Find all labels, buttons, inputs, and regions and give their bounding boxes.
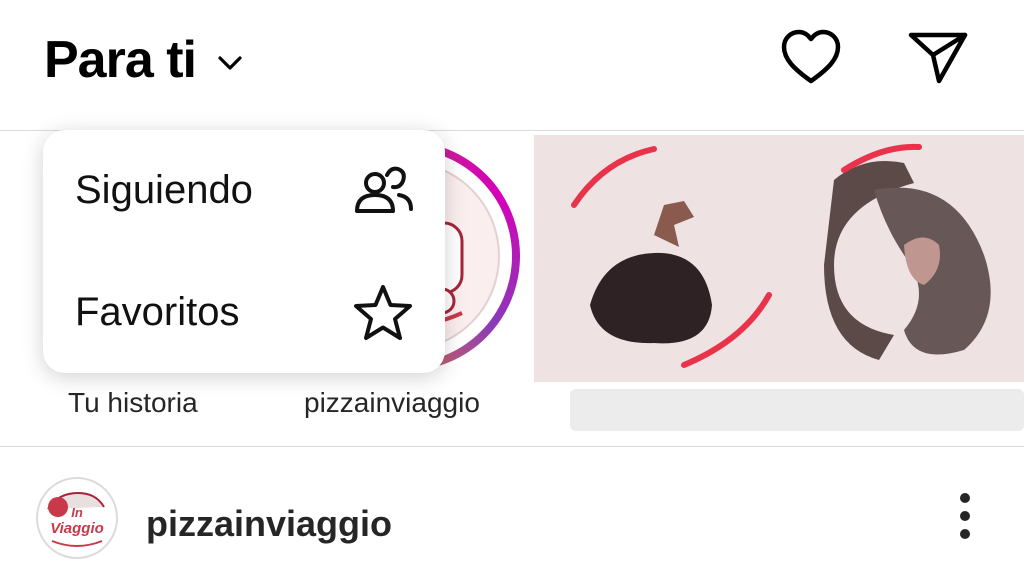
story-label-tu-historia: Tu historia	[68, 387, 198, 418]
story-label-pizzainviaggio: pizzainviaggio	[304, 387, 480, 418]
menu-item-favoritos[interactable]: Favoritos	[43, 252, 445, 373]
feed-selector[interactable]: Para ti	[44, 30, 246, 90]
story-preview-card[interactable]	[534, 135, 1024, 382]
feed-title[interactable]: Para ti	[44, 30, 197, 90]
people-icon	[351, 159, 415, 223]
heart-icon	[781, 29, 841, 84]
menu-item-siguiendo[interactable]: Siguiendo	[43, 130, 445, 251]
post-avatar[interactable]: In Viaggio	[36, 477, 118, 559]
story-preview-label-strip	[570, 389, 1024, 431]
avatar-text-viaggio: Viaggio	[50, 520, 104, 537]
pizza-logo-avatar: In Viaggio	[47, 491, 105, 547]
menu-item-label: Siguiendo	[75, 168, 253, 212]
menu-item-label: Favoritos	[75, 290, 240, 334]
post-more-button[interactable]	[940, 487, 990, 547]
chevron-down-icon[interactable]	[214, 47, 246, 79]
story-preview-image	[571, 143, 991, 368]
avatar-text-in: In	[71, 505, 83, 520]
star-icon	[351, 281, 415, 345]
post-username[interactable]: pizzainviaggio	[146, 503, 392, 545]
feed-type-dropdown: Siguiendo Favoritos	[43, 130, 445, 373]
post-header: In Viaggio pizzainviaggio	[0, 447, 1024, 576]
send-icon	[908, 32, 968, 84]
more-vertical-icon	[960, 493, 970, 539]
notifications-button[interactable]	[776, 22, 846, 92]
top-bar: Para ti	[0, 0, 1024, 130]
direct-messages-button[interactable]	[903, 22, 973, 92]
instagram-feed-screen: Para ti Tu historia pizzainviaggio Sigui…	[0, 0, 1024, 576]
